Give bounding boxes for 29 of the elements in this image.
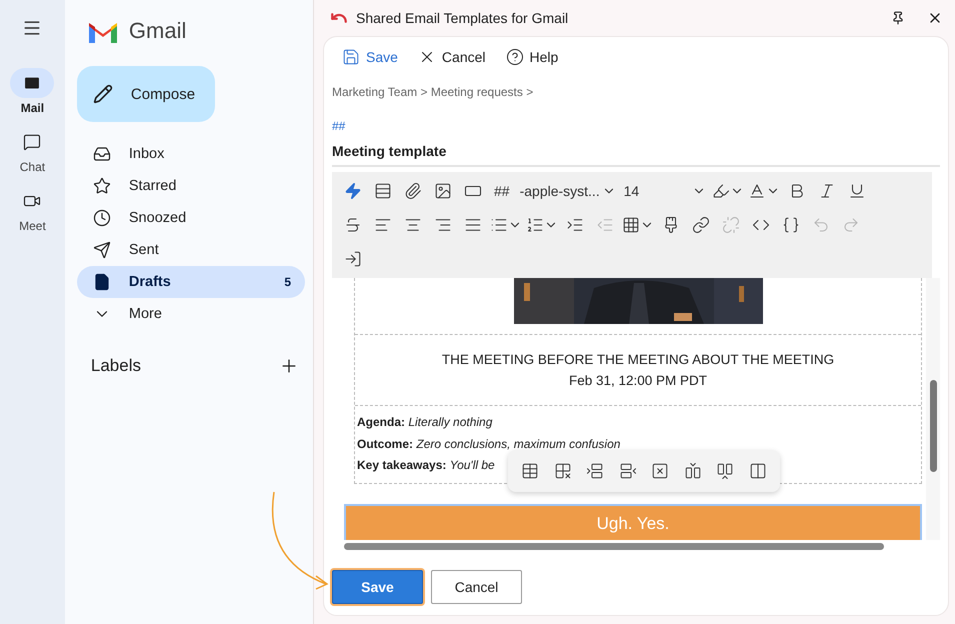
nav-item[interactable]: More	[76, 298, 305, 330]
detail-line: Agenda: Literally nothing	[357, 414, 492, 431]
save-button[interactable]: Save	[332, 570, 423, 604]
font-select[interactable]: -apple-syst...	[516, 174, 620, 208]
cancel-button[interactable]: Cancel	[431, 570, 522, 604]
breadcrumb: Marketing Team > Meeting requests >	[332, 85, 534, 99]
app-name: Gmail	[128, 18, 186, 44]
compose-button[interactable]: Compose	[76, 66, 215, 122]
rail-label: Mail	[20, 101, 44, 115]
cancel-action[interactable]: Cancel	[414, 48, 490, 66]
nav-item[interactable]: Snoozed	[76, 202, 305, 234]
detail-line: Key takeaways: You'll be	[357, 457, 495, 474]
hashtag-link[interactable]: ##	[332, 119, 940, 133]
unread-count: 5	[284, 275, 291, 289]
hashtag-button[interactable]: ##	[488, 174, 516, 208]
rail-label: Meet	[19, 219, 46, 233]
event-title: THE MEETING BEFORE THE MEETING ABOUT THE MEETING Feb 31, 12:00 PM PDT	[440, 351, 836, 390]
detail-line: Outcome: Zero conclusions, maximum confusion	[357, 436, 620, 452]
nav-item[interactable]: Starred	[76, 170, 305, 202]
nav-item[interactable]: Drafts 5	[76, 266, 305, 298]
rail-label: Chat	[20, 160, 46, 174]
help-action[interactable]: Help	[502, 48, 562, 66]
nav-item[interactable]: Inbox	[76, 138, 305, 170]
save-action[interactable]: Save	[338, 48, 402, 66]
dialog-title: Shared Email Templates for Gmail	[356, 10, 570, 26]
nav-item[interactable]: Sent	[76, 234, 305, 266]
font-size-select[interactable]: 14	[620, 174, 710, 208]
labels-heading: Labels	[90, 356, 141, 376]
template-name: Meeting template	[332, 143, 940, 167]
